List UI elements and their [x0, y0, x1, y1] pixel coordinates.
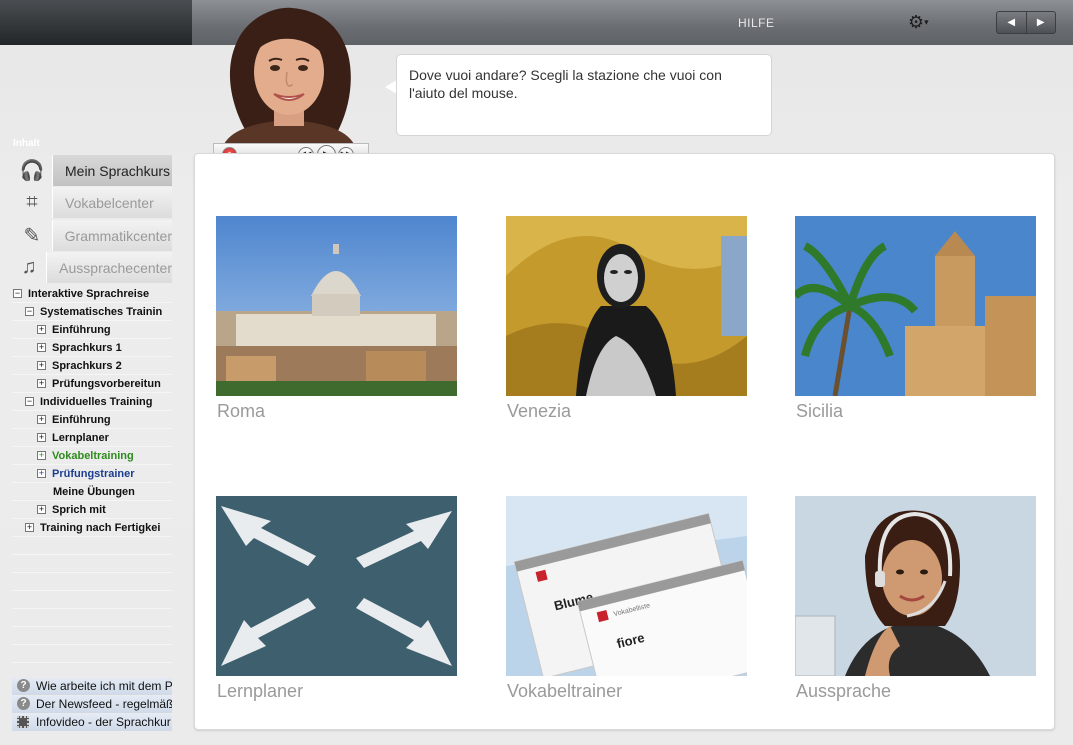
- center-label: Mein Sprachkurs: [52, 155, 172, 186]
- help-link-label: Der Newsfeed - regelmäß: [36, 697, 172, 711]
- tree-label: Lernplaner: [52, 432, 109, 444]
- header-left: [0, 0, 192, 45]
- question-icon: ?: [17, 697, 30, 711]
- question-icon: ?: [17, 679, 30, 693]
- station-venezia[interactable]: Venezia: [506, 216, 747, 422]
- tree-item-einfuehrung-2[interactable]: + Einführung: [12, 411, 172, 429]
- tree-item-meine-uebungen[interactable]: Meine Übungen: [12, 483, 172, 501]
- gear-icon[interactable]: ⚙▾: [908, 12, 938, 32]
- film-icon: [17, 715, 29, 728]
- empty-row: [12, 645, 172, 663]
- help-link-label: Wie arbeite ich mit dem P: [36, 679, 172, 693]
- tree-label: Einführung: [52, 414, 111, 426]
- collapse-icon[interactable]: −: [25, 306, 34, 316]
- tree-label: Training nach Fertigkei: [40, 522, 161, 534]
- letters-icon: ⌗: [26, 191, 38, 213]
- back-arrow-icon[interactable]: ◀: [997, 12, 1026, 33]
- tree-item-sprich-mit[interactable]: + Sprich mit: [12, 501, 172, 519]
- tree-label: Sprich mit: [52, 504, 106, 516]
- station-label: Roma: [217, 401, 266, 421]
- expand-icon[interactable]: +: [37, 414, 46, 424]
- expand-icon[interactable]: +: [37, 504, 46, 514]
- center-button-grammatikcenter[interactable]: ✎ Grammatikcenter: [12, 220, 172, 251]
- station-image-lernplaner: [216, 496, 457, 676]
- collapse-icon[interactable]: −: [25, 396, 34, 406]
- expand-icon[interactable]: +: [37, 342, 46, 352]
- tree-item-lernplaner[interactable]: + Lernplaner: [12, 429, 172, 447]
- expand-icon[interactable]: +: [37, 360, 46, 370]
- center-button-aussprachecenter[interactable]: ♫ Aussprachecenter: [12, 252, 172, 283]
- help-link-newsfeed[interactable]: ? Der Newsfeed - regelmäß: [12, 696, 172, 713]
- expand-icon[interactable]: +: [37, 432, 46, 442]
- tree-label: Vokabeltraining: [52, 450, 134, 462]
- empty-row: [12, 537, 172, 555]
- help-link-label: Infovideo - der Sprachkur: [36, 715, 171, 729]
- center-label: Aussprachecenter: [46, 252, 172, 283]
- station-vokabeltrainer[interactable]: Blume Vokabelliste fiore Vokabeltrainer: [506, 496, 747, 702]
- help-link-how-to[interactable]: ? Wie arbeite ich mit dem P: [12, 678, 172, 695]
- section-label: Inhalt: [13, 138, 40, 149]
- station-image-aussprache: [795, 496, 1036, 676]
- empty-row: [12, 555, 172, 573]
- center-label: Vokabelcenter: [52, 187, 172, 218]
- expand-icon[interactable]: +: [37, 468, 46, 478]
- empty-row: [12, 591, 172, 609]
- expand-icon[interactable]: +: [37, 450, 46, 460]
- station-image-roma: [216, 216, 457, 396]
- help-link-infovideo[interactable]: Infovideo - der Sprachkur: [12, 714, 172, 731]
- expand-icon[interactable]: +: [25, 522, 34, 532]
- station-sicilia[interactable]: Sicilia: [795, 216, 1036, 422]
- tree-label: Sprachkurs 1: [52, 342, 122, 354]
- navigation-tree: − Interaktive Sprachreise − Systematisches…: [12, 285, 172, 663]
- tree-item-systematisches-training[interactable]: − Systematisches Trainin: [12, 303, 172, 321]
- help-link[interactable]: HILFE: [738, 16, 775, 30]
- center-label: Grammatikcenter: [51, 220, 172, 251]
- nav-buttons: ◀ ▶: [996, 11, 1056, 34]
- tree-label: Systematisches Trainin: [40, 306, 163, 318]
- station-image-venezia: [506, 216, 747, 396]
- station-image-sicilia: [795, 216, 1036, 396]
- station-label: Vokabeltrainer: [507, 681, 623, 701]
- tree-label: Meine Übungen: [53, 486, 135, 498]
- headset-person-icon: 🎧: [19, 160, 45, 182]
- tree-item-interaktive-sprachreise[interactable]: − Interaktive Sprachreise: [12, 285, 172, 303]
- station-lernplaner[interactable]: Lernplaner: [216, 496, 457, 702]
- empty-row: [12, 609, 172, 627]
- tree-item-pruefungsvorbereitung[interactable]: + Prüfungsvorbereitun: [12, 375, 172, 393]
- tree-label: Prüfungstrainer: [52, 468, 135, 480]
- center-button-vokabelcenter[interactable]: ⌗ Vokabelcenter: [12, 187, 172, 218]
- station-label: Aussprache: [796, 681, 892, 701]
- tree-item-training-nach-fertigkeiten[interactable]: + Training nach Fertigkei: [12, 519, 172, 537]
- tree-item-sprachkurs-1[interactable]: + Sprachkurs 1: [12, 339, 172, 357]
- headphones-icon: ♫: [21, 256, 37, 278]
- center-button-mein-sprachkurs[interactable]: 🎧 Mein Sprachkurs: [12, 155, 172, 186]
- station-panel: Roma Venezia Sicilia Lernplaner Blume Vo…: [194, 153, 1055, 730]
- tree-item-pruefungstrainer[interactable]: + Prüfungstrainer: [12, 465, 172, 483]
- station-label: Venezia: [507, 401, 572, 421]
- empty-row: [12, 573, 172, 591]
- tree-label: Einführung: [52, 324, 111, 336]
- tutor-message: Dove vuoi andare? Scegli la stazione che…: [409, 67, 722, 101]
- station-roma[interactable]: Roma: [216, 216, 457, 422]
- empty-row: [12, 627, 172, 645]
- notebook-icon: ✎: [23, 225, 41, 247]
- speech-bubble: Dove vuoi andare? Scegli la stazione che…: [396, 54, 772, 136]
- tree-label: Sprachkurs 2: [52, 360, 122, 372]
- tree-item-vokabeltraining[interactable]: + Vokabeltraining: [12, 447, 172, 465]
- tutor-avatar: [214, 6, 364, 144]
- forward-arrow-icon[interactable]: ▶: [1025, 12, 1056, 33]
- expand-icon[interactable]: +: [37, 324, 46, 334]
- station-label: Sicilia: [796, 401, 844, 421]
- station-label: Lernplaner: [217, 681, 304, 701]
- tree-item-individuelles-training[interactable]: − Individuelles Training: [12, 393, 172, 411]
- tree-label: Interaktive Sprachreise: [28, 288, 150, 300]
- tree-label: Individuelles Training: [40, 396, 153, 408]
- tree-item-sprachkurs-2[interactable]: + Sprachkurs 2: [12, 357, 172, 375]
- expand-icon[interactable]: +: [37, 378, 46, 388]
- tree-item-einfuehrung[interactable]: + Einführung: [12, 321, 172, 339]
- collapse-icon[interactable]: −: [13, 288, 22, 298]
- station-image-vokabeltrainer: Blume Vokabelliste fiore: [506, 496, 747, 676]
- station-aussprache[interactable]: Aussprache: [795, 496, 1036, 702]
- tree-label: Prüfungsvorbereitun: [52, 378, 161, 390]
